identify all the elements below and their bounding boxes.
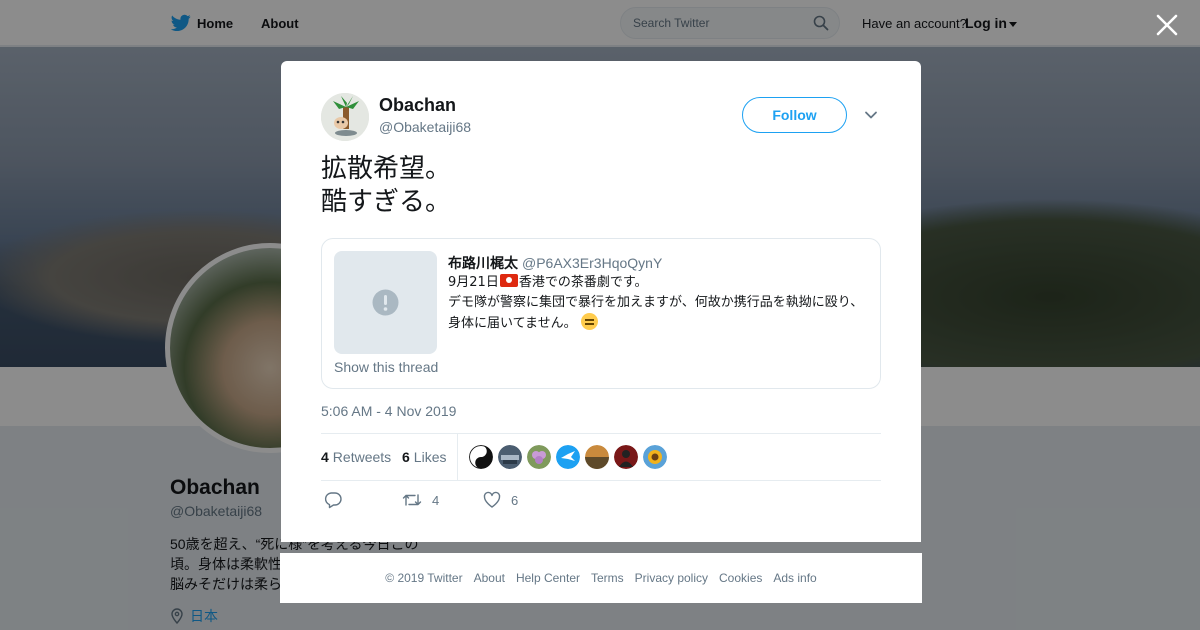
retweets-stat[interactable]: 4 Retweets: [321, 449, 391, 465]
retweet-count: 4: [432, 492, 440, 508]
likes-count: 6: [402, 449, 410, 465]
quoted-text: 9月21日 香港での茶番劇です。 デモ隊が警察に集団で暴行を加えますが、何故か携行…: [448, 273, 872, 334]
quoted-tweet[interactable]: 布路川梶太 @P6AX3Er3HqoQynY 9月21日 香港での茶番劇です。 デモ…: [321, 238, 881, 389]
expressionless-face-icon: [580, 313, 598, 330]
quoted-text-line1: 香港での茶番劇です。: [518, 275, 648, 290]
footer-about-link[interactable]: About: [474, 571, 505, 585]
palm-tree-avatar-icon: [321, 93, 369, 141]
city-avatar-icon[interactable]: [498, 445, 522, 469]
media-unavailable-icon: [372, 289, 399, 316]
footer-privacy-link[interactable]: Privacy policy: [635, 571, 708, 585]
like-count: 6: [511, 492, 519, 508]
follow-button[interactable]: Follow: [742, 97, 847, 133]
quoted-author-handle: @P6AX3Er3HqoQynY: [522, 255, 663, 271]
footer-copyright: © 2019 Twitter: [385, 571, 463, 585]
author-name[interactable]: Obachan: [379, 95, 456, 116]
author-handle[interactable]: @Obaketaiji68: [379, 119, 471, 135]
footer-cookies-link[interactable]: Cookies: [719, 571, 762, 585]
sunflower-avatar-icon[interactable]: [643, 445, 667, 469]
heart-icon: [483, 491, 501, 508]
tweet-modal: Obachan @Obaketaiji68 Follow 拡散希望。 酷すぎる。…: [281, 61, 921, 542]
tweet-text: 拡散希望。 酷すぎる。: [321, 154, 452, 217]
retweets-count: 4: [321, 449, 329, 465]
like-button[interactable]: 6: [483, 491, 518, 509]
footer-help-link[interactable]: Help Center: [516, 571, 580, 585]
author-avatar[interactable]: [321, 93, 369, 141]
flower-avatar-icon[interactable]: [527, 445, 551, 469]
chevron-down-icon[interactable]: [864, 108, 878, 122]
retweet-icon: [402, 494, 422, 506]
tweet-actions: 4 6: [321, 491, 881, 515]
retweet-button[interactable]: 4: [402, 491, 439, 509]
retweets-label: Retweets: [332, 449, 392, 465]
likes-stat[interactable]: 6 Likes: [402, 449, 446, 465]
footer-ads-link[interactable]: Ads info: [773, 571, 816, 585]
reply-button[interactable]: [324, 491, 342, 509]
quoted-text-date: 9月21日: [448, 275, 499, 290]
show-thread-link[interactable]: Show this thread: [334, 359, 438, 375]
close-icon[interactable]: [1154, 12, 1180, 38]
tweet-timestamp[interactable]: 5:06 AM - 4 Nov 2019: [321, 403, 456, 419]
reply-icon: [324, 492, 342, 509]
stats-divider: [457, 434, 458, 480]
quoted-author-name: 布路川梶太: [448, 256, 518, 272]
bird-avatar-icon[interactable]: [556, 445, 580, 469]
liker-avatars: [469, 445, 667, 469]
yin-yang-avatar-icon[interactable]: [469, 445, 493, 469]
quoted-media-placeholder[interactable]: [334, 251, 437, 354]
dark-figure-avatar-icon[interactable]: [614, 445, 638, 469]
tweet-stats: 4 Retweets 6 Likes: [321, 433, 881, 481]
likes-label: Likes: [413, 449, 447, 465]
hong-kong-flag-icon: [499, 274, 518, 287]
quoted-author: 布路川梶太 @P6AX3Er3HqoQynY: [448, 253, 662, 273]
footer-terms-link[interactable]: Terms: [591, 571, 624, 585]
quoted-text-line2: デモ隊が警察に集団で暴行を加えますが、何故か携行品を執拗に殴り、身体に届いてませ…: [448, 295, 864, 331]
modal-footer: © 2019 Twitter About Help Center Terms P…: [280, 553, 922, 603]
landscape-avatar-icon[interactable]: [585, 445, 609, 469]
